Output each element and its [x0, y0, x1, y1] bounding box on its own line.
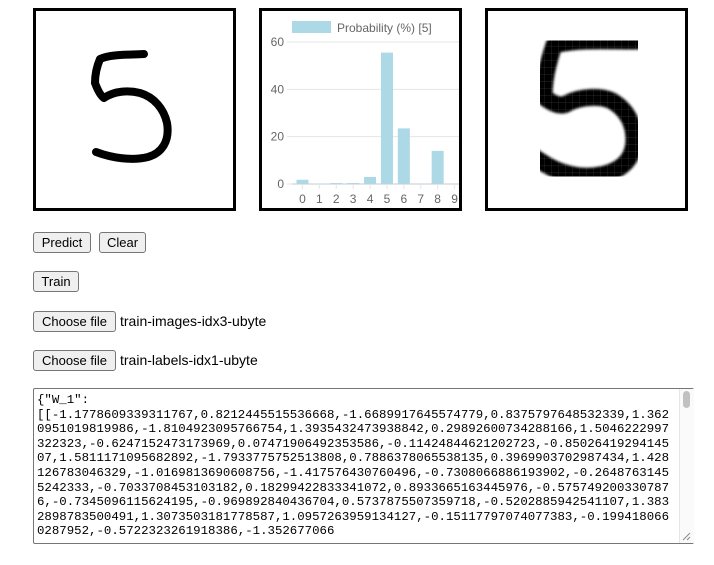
x-tick-label: 4: [367, 192, 374, 206]
probability-bar-2: [330, 183, 343, 184]
x-tick-label: 0: [299, 192, 306, 206]
y-tick-label: 0: [277, 177, 284, 191]
textarea-scrollbar[interactable]: [679, 389, 694, 543]
images-file-name: train-images-idx3-ubyte: [120, 313, 267, 329]
digit-preview: [485, 8, 688, 211]
predict-button[interactable]: Predict: [33, 232, 91, 253]
y-tick-label: 20: [271, 130, 285, 144]
x-tick-label: 8: [434, 192, 441, 206]
handwritten-digit-drawing: [91, 50, 172, 163]
x-tick-label: 6: [401, 192, 408, 206]
y-tick-label: 60: [271, 35, 285, 49]
pixelated-digit-image: [488, 11, 685, 208]
x-tick-label: 9: [451, 192, 458, 206]
x-tick-label: 3: [350, 192, 357, 206]
probability-bar-4: [364, 176, 377, 184]
probability-bar-3: [347, 183, 360, 184]
x-tick-label: 1: [316, 192, 323, 206]
probability-bar-0: [296, 179, 309, 184]
probability-bar-8: [431, 150, 444, 184]
y-tick-label: 40: [271, 82, 285, 96]
x-tick-label: 5: [384, 192, 391, 206]
choose-images-file-button[interactable]: Choose file: [33, 311, 116, 332]
probability-chart: Probability (%) [5] 0 20 40 60 0 1 2 3 4 5 6 7 8 9: [259, 8, 462, 211]
probability-bar-5: [380, 52, 393, 185]
bar-chart-svg: Probability (%) [5]02040600 1 2 3 4 5 6 7 8 9: [271, 21, 459, 206]
resize-grip-icon[interactable]: [681, 531, 691, 541]
legend-label: Probability (%) [5]: [337, 21, 432, 35]
x-tick-label: 7: [417, 192, 424, 206]
train-button[interactable]: Train: [33, 271, 79, 292]
choose-labels-file-button[interactable]: Choose file: [33, 350, 116, 371]
clear-button[interactable]: Clear: [99, 232, 146, 253]
labels-file-name: train-labels-idx1-ubyte: [120, 352, 258, 368]
weights-textarea[interactable]: {"W_1": [[-1.1778609339311767,0.82124455…: [33, 388, 694, 544]
scrollbar-thumb[interactable]: [683, 391, 690, 408]
drawing-canvas[interactable]: [33, 8, 236, 211]
probability-bar-6: [397, 128, 410, 184]
legend-swatch: [292, 21, 331, 33]
x-tick-label: 2: [333, 192, 340, 206]
